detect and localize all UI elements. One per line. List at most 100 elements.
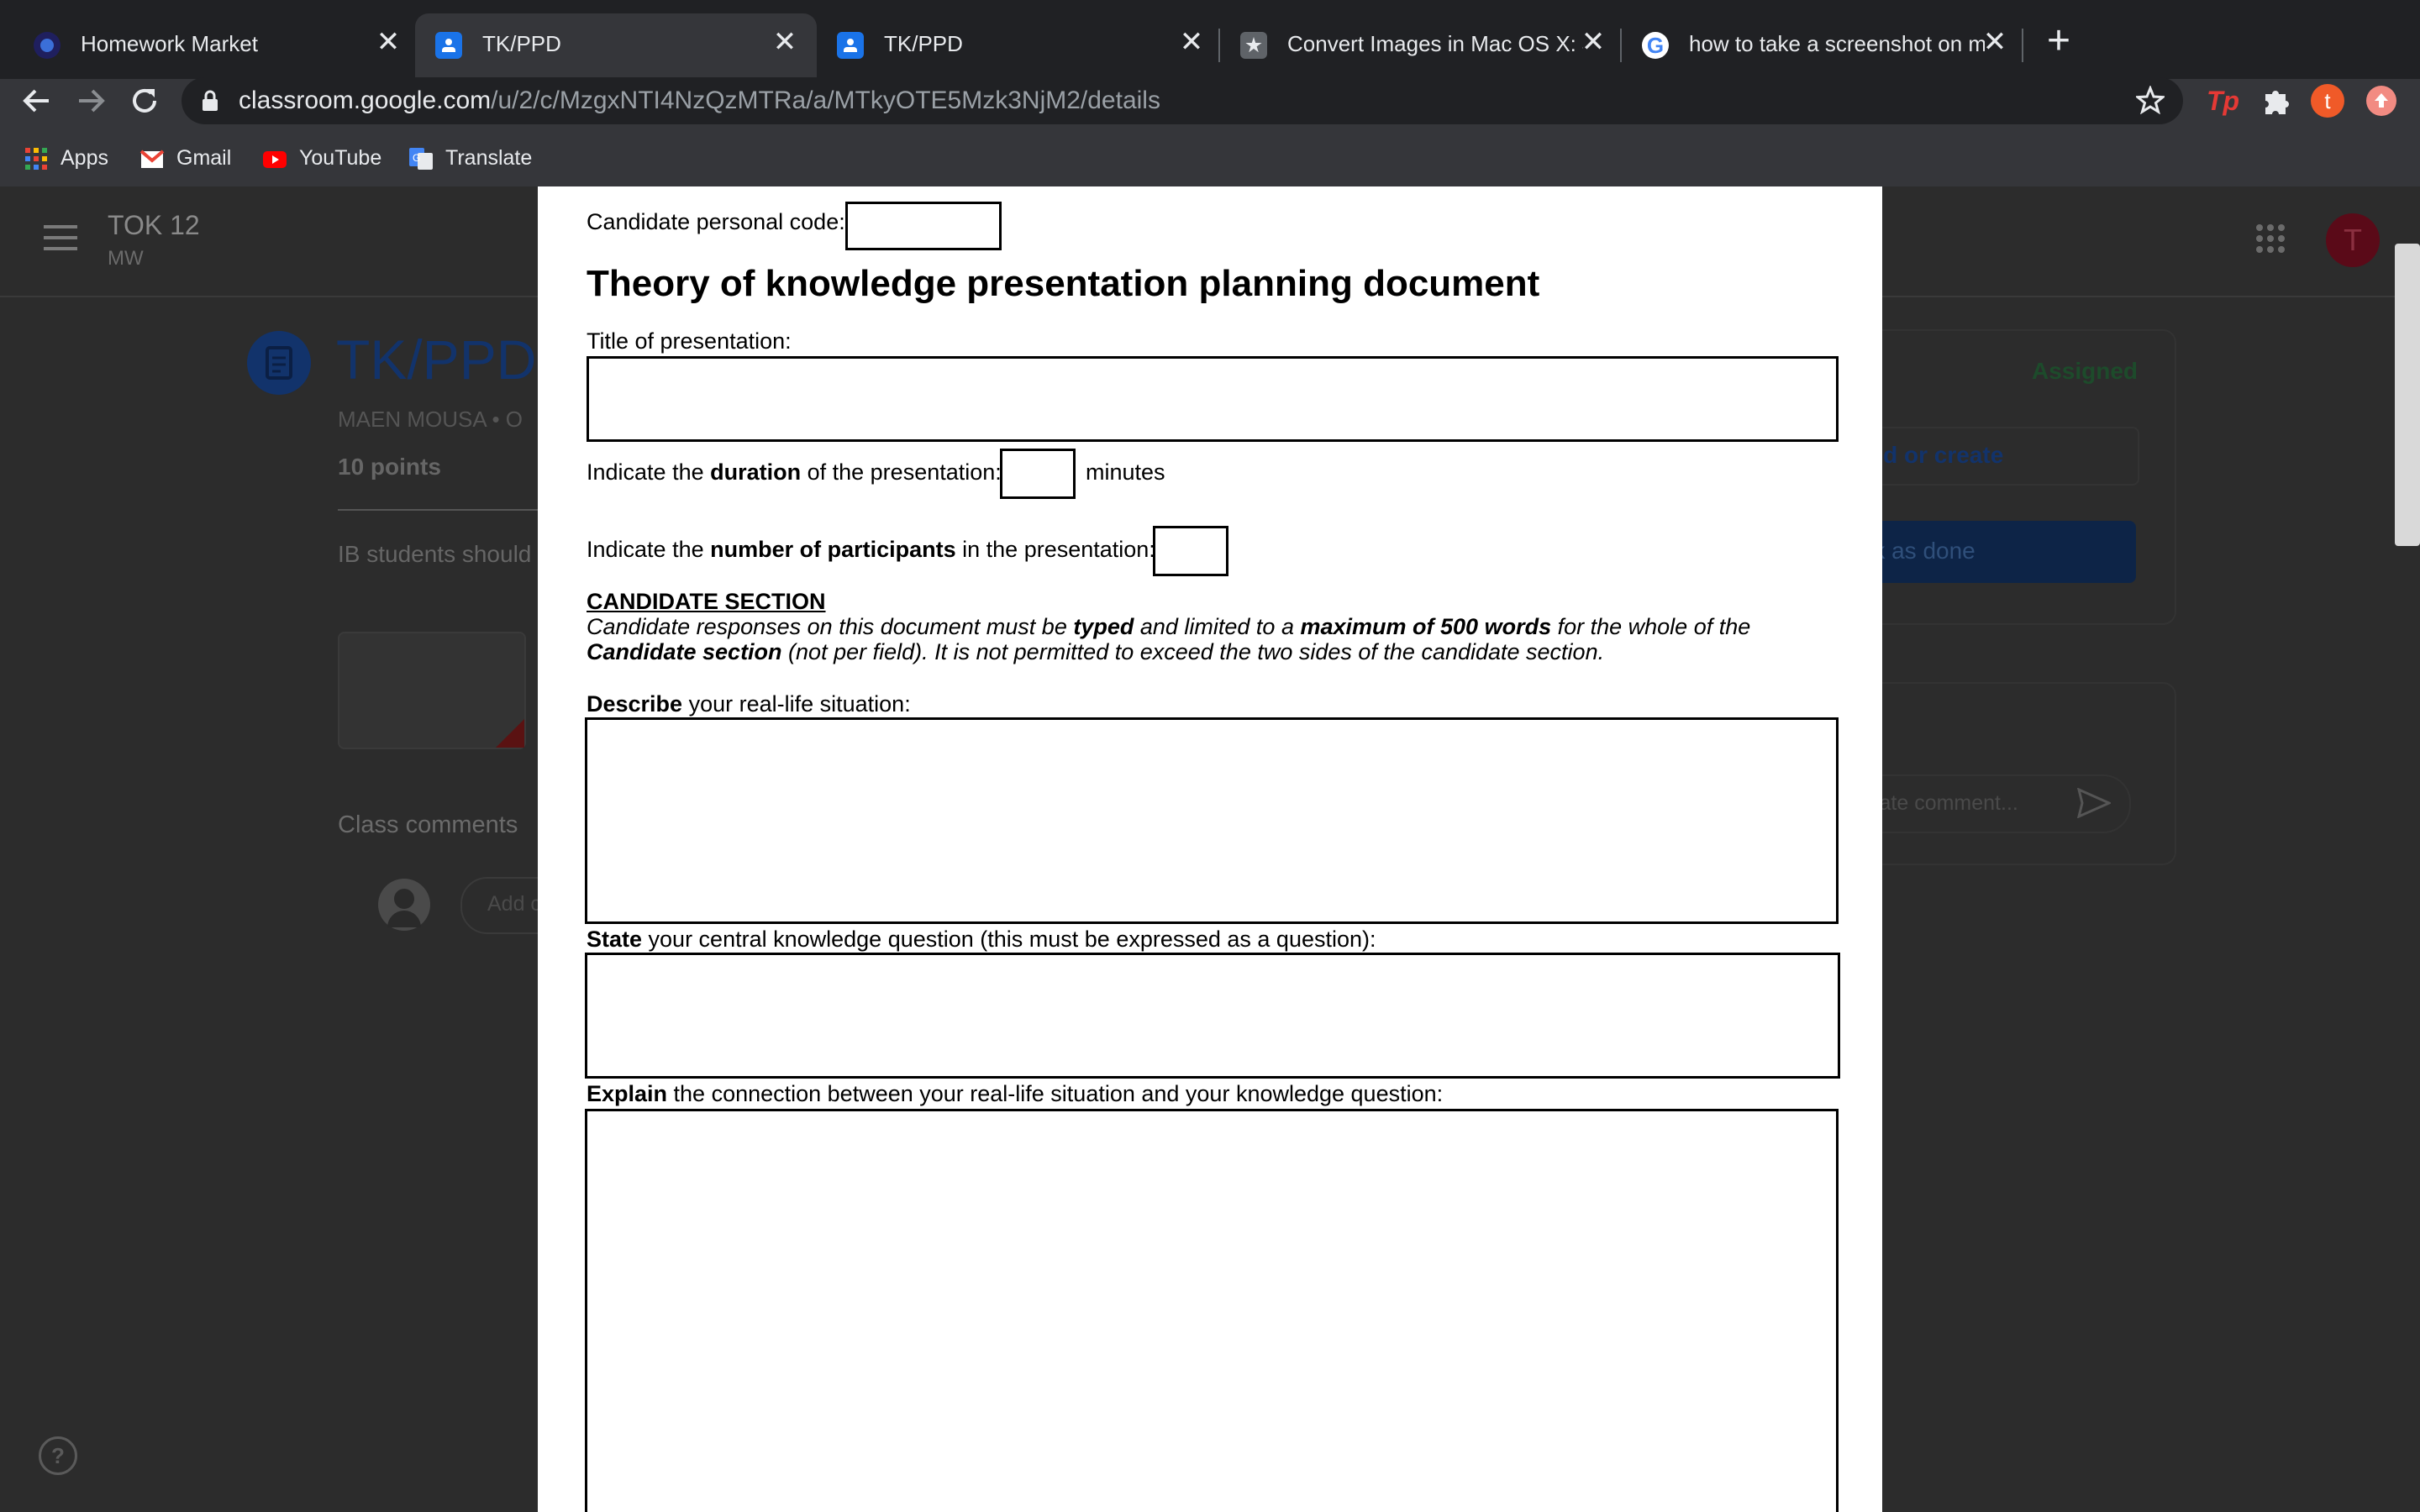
- profile-initial: t: [2311, 84, 2344, 118]
- tab-convert-images[interactable]: Convert Images in Mac OS X: J ✕: [1220, 13, 1620, 79]
- participants-field[interactable]: [1153, 526, 1228, 576]
- arrow-left-icon: [23, 89, 49, 113]
- document-heading: Theory of knowledge presentation plannin…: [587, 263, 1540, 304]
- reload-button[interactable]: [124, 81, 165, 121]
- bookmark-translate[interactable]: G Translate: [408, 139, 551, 176]
- explain-rest: the connection between your real-life si…: [667, 1081, 1444, 1106]
- instructions-line-2: Candidate section (not per field). It is…: [587, 638, 1604, 665]
- tab-google-search[interactable]: G how to take a screenshot on m ✕: [1622, 13, 2022, 79]
- instructions-line-1: Candidate responses on this document mus…: [587, 613, 1750, 640]
- state-field[interactable]: [585, 953, 1840, 1079]
- state-rest: your central knowledge question (this mu…: [642, 927, 1376, 952]
- menu-icon[interactable]: [44, 225, 77, 250]
- pdf-document-viewer: Candidate personal code: Theory of knowl…: [538, 186, 1882, 1512]
- duration-post: of the presentation:: [801, 459, 1002, 485]
- describe-rest: your real-life situation:: [682, 691, 911, 717]
- attachment-thumbnail[interactable]: [338, 632, 526, 749]
- bookmark-star-icon[interactable]: [2134, 84, 2166, 118]
- private-comment-input[interactable]: vate comment...: [1850, 774, 2131, 833]
- bookmark-gmail[interactable]: Gmail: [139, 139, 249, 176]
- class-comments-label: Class comments: [338, 811, 518, 838]
- duration-bold: duration: [710, 459, 802, 485]
- lock-icon: [200, 89, 220, 117]
- assignment-icon: [247, 331, 311, 395]
- translate-icon: G: [408, 146, 434, 171]
- bookmark-youtube[interactable]: YouTube: [262, 139, 397, 176]
- participants-pre: Indicate the: [587, 537, 711, 562]
- candidate-section-heading: CANDIDATE SECTION: [587, 589, 826, 614]
- pdf-corner-icon: [496, 719, 524, 748]
- google-apps-icon[interactable]: [2255, 223, 2286, 254]
- explain-field[interactable]: [585, 1109, 1839, 1512]
- bookmark-label: Gmail: [176, 146, 232, 170]
- commenter-avatar: [378, 879, 430, 931]
- account-avatar[interactable]: T: [2326, 213, 2380, 267]
- bookmark-apps[interactable]: Apps: [24, 139, 116, 176]
- tab-title: TK/PPD: [482, 31, 561, 56]
- duration-pre: Indicate the: [587, 459, 711, 485]
- back-button[interactable]: [17, 81, 57, 121]
- gmail-icon: [139, 146, 165, 171]
- tab-homework-market[interactable]: Homework Market ✕: [13, 13, 412, 79]
- page-scrollbar[interactable]: [2395, 244, 2420, 546]
- describe-label: Describe your real-life situation:: [587, 690, 911, 717]
- google-favicon-icon: G: [1642, 32, 1669, 59]
- reload-icon: [133, 88, 156, 113]
- bookmark-label: Translate: [445, 146, 533, 170]
- address-bar[interactable]: classroom.google.com/u/2/c/MzgxNTI4NzQzM…: [182, 77, 2183, 124]
- tab-close-icon[interactable]: ✕: [768, 25, 802, 59]
- extensions-puzzle-icon[interactable]: [2255, 81, 2296, 121]
- arrow-right-icon: [79, 89, 105, 113]
- your-work-card: Assigned dd or create rk as done: [1849, 329, 2176, 625]
- tab-title: Convert Images in Mac OS X: J: [1287, 31, 1583, 56]
- tab-tk-ppd-active[interactable]: TK/PPD ✕: [415, 13, 817, 79]
- instr-text: Candidate responses on this document mus…: [587, 614, 1074, 639]
- tab-separator: [2022, 29, 2023, 62]
- instr-text: for the whole of the: [1551, 614, 1751, 639]
- add-comment-placeholder: Add c: [487, 892, 541, 916]
- assignment-title: TK/PPD: [336, 328, 537, 391]
- divider: [338, 509, 539, 511]
- instr-text: and limited to a: [1134, 614, 1301, 639]
- private-comments-card: nts vate comment...: [1849, 682, 2176, 865]
- duration-unit: minutes: [1086, 459, 1165, 485]
- image-favicon-icon: [1240, 32, 1267, 59]
- tab-title: Homework Market: [81, 31, 258, 56]
- add-or-create-button[interactable]: dd or create: [1850, 427, 2139, 486]
- points-label: 10 points: [338, 454, 441, 480]
- title-label: Title of presentation:: [587, 328, 792, 354]
- tab-close-icon[interactable]: ✕: [1576, 25, 1610, 59]
- add-or-create-label: dd or create: [1869, 442, 2004, 468]
- tab-close-icon[interactable]: ✕: [371, 25, 405, 59]
- candidate-code-field[interactable]: [845, 202, 1002, 250]
- url-text: classroom.google.com/u/2/c/MzgxNTI4NzQzM…: [239, 84, 1160, 118]
- instructions-snippet: IB students should: [338, 541, 532, 567]
- classroom-favicon-icon: [435, 32, 462, 59]
- tab-close-icon[interactable]: ✕: [1978, 25, 2012, 59]
- svg-text:G: G: [413, 152, 420, 164]
- tab-close-icon[interactable]: ✕: [1175, 25, 1208, 59]
- participants-bold: number of participants: [710, 537, 956, 562]
- class-section: MW: [108, 247, 144, 270]
- candidate-code-label: Candidate personal code:: [587, 209, 845, 234]
- tp-extension-icon[interactable]: Tp: [2203, 81, 2244, 121]
- forward-button[interactable]: [71, 81, 111, 121]
- help-icon[interactable]: ?: [39, 1436, 77, 1475]
- new-tab-button[interactable]: +: [2039, 21, 2079, 62]
- duration-field[interactable]: [1000, 449, 1076, 499]
- instr-bold: maximum of 500 words: [1300, 614, 1552, 639]
- title-field[interactable]: [587, 356, 1839, 442]
- participants-post: in the presentation:: [955, 537, 1155, 562]
- tab-tk-ppd[interactable]: TK/PPD ✕: [817, 13, 1218, 79]
- bookmark-label: YouTube: [299, 146, 382, 170]
- profile-avatar[interactable]: t: [2307, 81, 2348, 121]
- state-label: State your central knowledge question (t…: [587, 926, 1376, 953]
- class-name[interactable]: TOK 12: [108, 210, 200, 241]
- update-icon[interactable]: [2361, 81, 2402, 121]
- send-icon[interactable]: [2076, 787, 2112, 822]
- explain-bold: Explain: [587, 1081, 668, 1106]
- mark-as-done-button[interactable]: rk as done: [1850, 521, 2136, 583]
- describe-field[interactable]: [585, 717, 1839, 924]
- status-badge: Assigned: [2031, 358, 2138, 384]
- duration-label: Indicate the duration of the presentatio…: [587, 459, 1002, 486]
